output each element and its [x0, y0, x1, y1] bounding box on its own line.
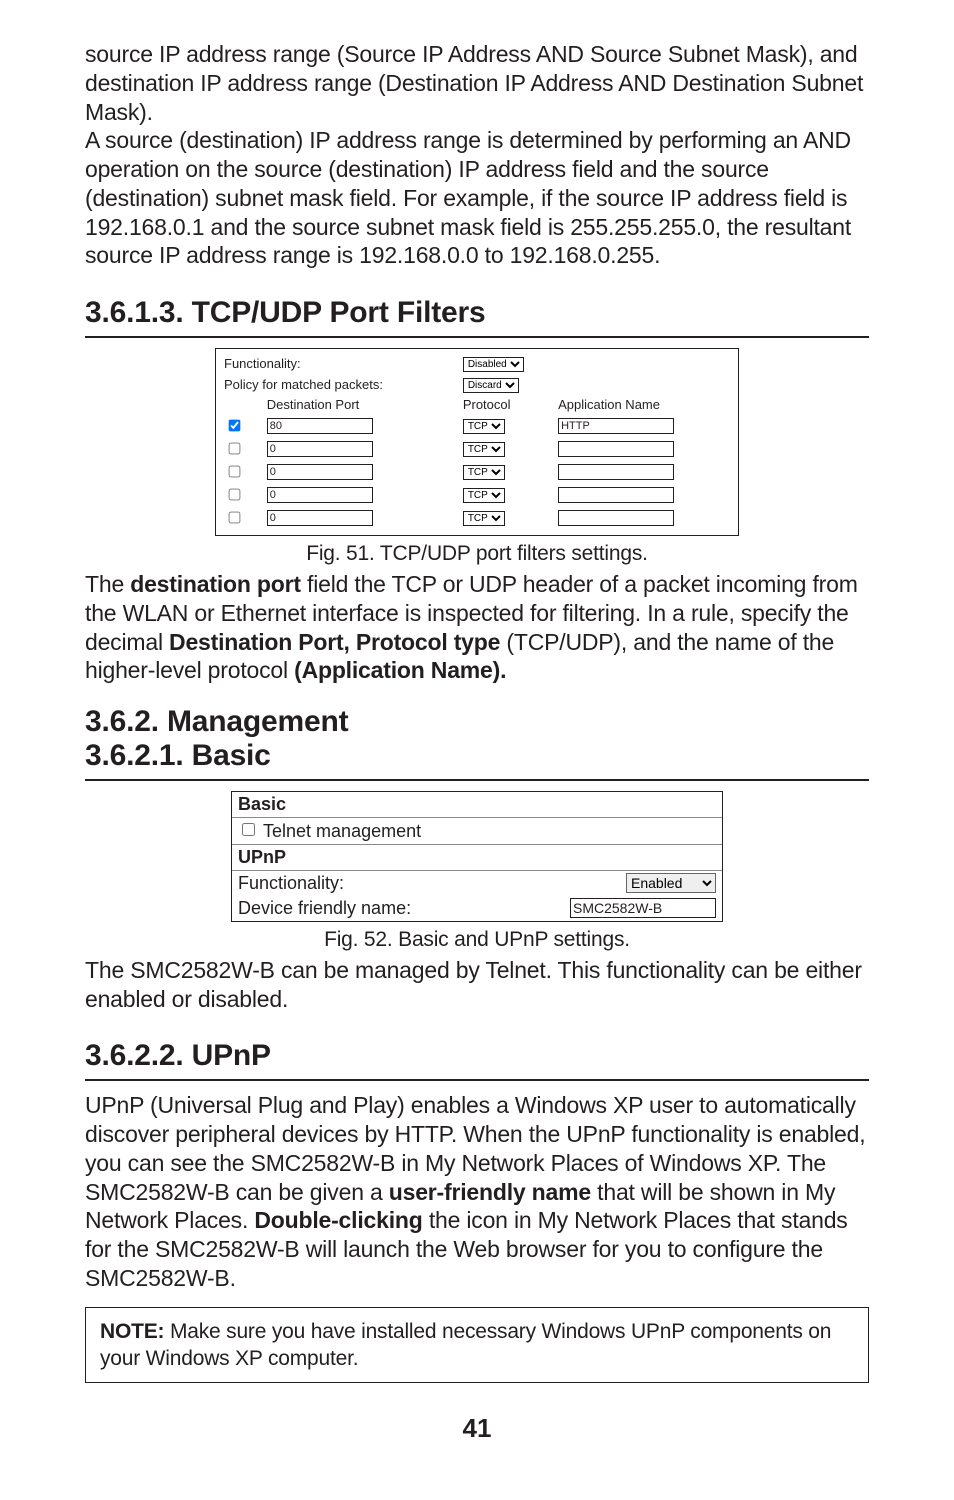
- heading-3-6-2-1: 3.6.2.1. Basic: [85, 739, 869, 781]
- fig51-row2-appname-input[interactable]: [558, 464, 674, 480]
- fig51-policy-select[interactable]: Discard: [463, 378, 519, 393]
- bold-destination-port: destination port: [130, 571, 301, 597]
- note-text: Make sure you have installed necessary W…: [100, 1320, 831, 1370]
- bold-double-clicking: Double-clicking: [254, 1207, 422, 1233]
- upnp-paragraph: UPnP (Universal Plug and Play) enables a…: [85, 1091, 869, 1292]
- bold-destination-port-protocol-type: Destination Port, Protocol type: [169, 629, 500, 655]
- fig52-basic-header: Basic: [232, 792, 722, 818]
- fig51-row3-appname-input[interactable]: [558, 487, 674, 503]
- fig51-functionality-label: Functionality:: [222, 353, 461, 374]
- fig51-row4-protocol-select[interactable]: TCP: [463, 511, 505, 526]
- heading-3-6-2-2: 3.6.2.2. UPnP: [85, 1039, 869, 1081]
- fig52-dev-friendly-input[interactable]: SMC2582W-B: [570, 898, 716, 918]
- fig51-row4-port-input[interactable]: 0: [267, 510, 373, 526]
- fig52-telnet-label: Telnet management: [263, 821, 421, 841]
- text: The: [85, 571, 130, 597]
- heading-3-6-2: 3.6.2. Management: [85, 705, 869, 739]
- post-fig52-paragraph: The SMC2582W-B can be managed by Telnet.…: [85, 956, 869, 1014]
- fig51-row0-appname-input[interactable]: HTTP: [558, 418, 674, 434]
- fig51-row4-checkbox[interactable]: [229, 512, 241, 524]
- figure-51-panel: Functionality: Disabled Policy for match…: [215, 348, 739, 536]
- fig51-policy-label: Policy for matched packets:: [222, 374, 461, 395]
- fig51-caption: Fig. 51. TCP/UDP port filters settings.: [85, 542, 869, 566]
- fig52-functionality-label: Functionality:: [238, 873, 344, 894]
- fig51-col-dest-port: Destination Port: [265, 395, 461, 414]
- fig52-caption: Fig. 52. Basic and UPnP settings.: [85, 928, 869, 952]
- fig51-row2-port-input[interactable]: 0: [267, 464, 373, 480]
- figure-51-container: Functionality: Disabled Policy for match…: [85, 348, 869, 536]
- note-label: NOTE:: [100, 1320, 164, 1343]
- fig51-row3-protocol-select[interactable]: TCP: [463, 488, 505, 503]
- fig51-row1-protocol-select[interactable]: TCP: [463, 442, 505, 457]
- fig51-functionality-select[interactable]: Disabled: [463, 357, 524, 372]
- fig51-row1-appname-input[interactable]: [558, 441, 674, 457]
- fig51-row0-port-input[interactable]: 80: [267, 418, 373, 434]
- fig51-row3-checkbox[interactable]: [229, 489, 241, 501]
- post-fig51-paragraph: The destination port field the TCP or UD…: [85, 570, 869, 685]
- bold-user-friendly-name: user-friendly name: [389, 1179, 591, 1205]
- fig51-row3-port-input[interactable]: 0: [267, 487, 373, 503]
- figure-52-container: Basic Telnet management UPnP Functionali…: [85, 791, 869, 922]
- fig51-row4-appname-input[interactable]: [558, 510, 674, 526]
- fig52-telnet-checkbox[interactable]: [242, 823, 255, 836]
- fig51-row1-port-input[interactable]: 0: [267, 441, 373, 457]
- fig51-row2-protocol-select[interactable]: TCP: [463, 465, 505, 480]
- fig51-row0-checkbox[interactable]: [229, 420, 241, 432]
- figure-52-panel: Basic Telnet management UPnP Functionali…: [231, 791, 723, 922]
- intro-paragraph: source IP address range (Source IP Addre…: [85, 40, 869, 270]
- page-number: 41: [85, 1413, 869, 1444]
- fig51-col-protocol: Protocol: [461, 395, 556, 414]
- fig51-row1-checkbox[interactable]: [229, 443, 241, 455]
- fig52-dev-friendly-label: Device friendly name:: [238, 898, 411, 919]
- note-box: NOTE: Make sure you have installed neces…: [85, 1307, 869, 1384]
- fig52-upnp-header: UPnP: [232, 844, 722, 871]
- heading-3-6-1-3: 3.6.1.3. TCP/UDP Port Filters: [85, 296, 869, 338]
- bold-application-name: (Application Name).: [294, 657, 506, 683]
- fig52-telnet-row: Telnet management: [238, 820, 421, 842]
- fig51-col-app-name: Application Name: [556, 395, 732, 414]
- fig51-row0-protocol-select[interactable]: TCP: [463, 419, 505, 434]
- fig51-row2-checkbox[interactable]: [229, 466, 241, 478]
- fig52-functionality-select[interactable]: Enabled: [626, 873, 716, 893]
